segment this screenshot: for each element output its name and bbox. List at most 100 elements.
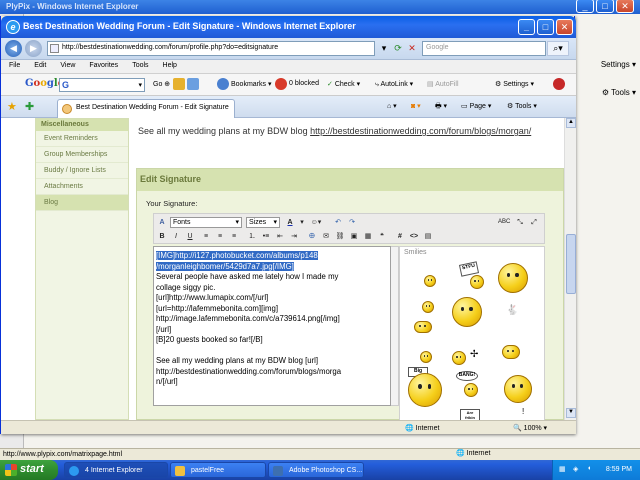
taskbar-pastelfree[interactable]: pastelFree (170, 462, 266, 478)
indent-icon[interactable]: ⇥ (288, 231, 300, 242)
home-icon[interactable]: ⌂ ▾ (387, 102, 397, 110)
insert-image-icon[interactable]: ▣ (348, 231, 360, 242)
attach-file-icon[interactable]: ▦ (362, 231, 374, 242)
smiley-bang-sign[interactable]: BANG! (456, 371, 478, 381)
scroll-down-icon[interactable]: ▼ (566, 408, 576, 418)
menu-view[interactable]: View (52, 60, 81, 69)
smiley-cool-icon[interactable] (498, 263, 528, 293)
smiley-bang-icon[interactable] (464, 383, 478, 397)
html-code-icon[interactable]: <> (408, 231, 420, 242)
volume-icon[interactable]: ◖ (587, 465, 591, 472)
undo-icon[interactable]: ↶ (332, 217, 344, 228)
php-code-icon[interactable]: ▤ (422, 231, 434, 242)
shrink-editor-icon[interactable]: ⤡ (514, 217, 526, 228)
spellcheck-abc-icon[interactable]: ABC (498, 217, 510, 228)
tab-edit-signature[interactable]: Best Destination Wedding Forum - Edit Si… (57, 99, 235, 118)
menu-favorites[interactable]: Favorites (81, 60, 124, 69)
toolbar-sidewiki-icon[interactable] (187, 78, 199, 90)
background-minimize-button[interactable]: _ (576, 0, 594, 13)
underline-icon[interactable]: U (184, 231, 196, 242)
taskbar-photoshop[interactable]: Adobe Photoshop CS... (268, 462, 364, 478)
security-icon[interactable]: ◈ (573, 465, 578, 473)
maximize-button[interactable]: □ (537, 19, 554, 35)
feeds-icon[interactable]: ◙ ▾ (411, 102, 421, 110)
settings-button[interactable]: ⚙ Settings ▾ (495, 80, 534, 88)
font-select[interactable]: Fonts ▾ (170, 217, 242, 228)
bookmarks-button[interactable]: Bookmarks ▾ (231, 80, 271, 88)
smiley-wink-icon[interactable] (424, 275, 436, 287)
smiley-reading-icon[interactable] (504, 375, 532, 403)
signature-textarea[interactable]: [IMG]http://i127.photobucket.com/albums/… (153, 246, 391, 406)
taskbar-internet-explorer[interactable]: 4 Internet Explorer (64, 462, 168, 478)
sidebar-item-group-memberships[interactable]: Group Memberships (36, 147, 128, 163)
smiley-are-sign[interactable]: Are frikin (460, 409, 480, 420)
page-scrollbar[interactable]: ▲ ▼ (564, 118, 576, 420)
bold-icon[interactable]: B (156, 231, 168, 242)
smiley-fan-icon[interactable] (452, 351, 466, 365)
align-center-icon[interactable]: ≡ (214, 231, 226, 242)
background-tools-button[interactable]: ⚙ Tools ▾ (602, 88, 636, 97)
address-input[interactable]: http://bestdestinationwedding.com/forum/… (47, 41, 375, 56)
minimize-button[interactable]: _ (518, 19, 535, 35)
search-input[interactable]: Google (422, 41, 546, 56)
network-icon[interactable]: ▦ (559, 465, 566, 473)
ordered-list-icon[interactable]: ⒈ (246, 231, 258, 242)
menu-edit[interactable]: Edit (26, 60, 52, 69)
autofill-button[interactable]: ▤ AutoFill (427, 80, 459, 88)
menu-file[interactable]: File (1, 60, 26, 69)
window-titlebar[interactable]: e Best Destination Wedding Forum - Edit … (1, 16, 576, 38)
switch-editor-icon[interactable]: A (156, 217, 168, 228)
quote-icon[interactable]: ❝ (376, 231, 388, 242)
address-dropdown-icon[interactable]: ▾ (377, 42, 391, 56)
text-color-icon[interactable]: A (284, 217, 296, 228)
sidebar-item-event-reminders[interactable]: Event Reminders (36, 131, 128, 147)
email-link-icon[interactable]: ✉ (320, 231, 332, 242)
add-favorites-icon[interactable]: ✚ (25, 100, 34, 113)
text-color-dropdown-icon[interactable]: ▾ (296, 217, 308, 228)
sign-in-icon[interactable] (553, 78, 565, 90)
smiley-stfu-icon[interactable] (470, 275, 484, 289)
signature-preview-link[interactable]: http://bestdestinationwedding.com/forum/… (310, 126, 531, 136)
sidebar-item-buddy-ignore-lists[interactable]: Buddy / Ignore Lists (36, 163, 128, 179)
google-dropdown-icon[interactable]: ▾ (138, 81, 142, 89)
background-maximize-button[interactable]: □ (596, 0, 614, 13)
spell-check-button[interactable]: ✓ Check ▾ (327, 80, 360, 88)
scroll-up-icon[interactable]: ▲ (566, 118, 576, 128)
stop-icon[interactable]: ✕ (405, 42, 419, 56)
menu-help[interactable]: Help (155, 60, 183, 69)
clock[interactable]: 8:59 PM (606, 466, 632, 473)
align-right-icon[interactable]: ≡ (228, 231, 240, 242)
sidebar-item-blog[interactable]: Blog (36, 195, 128, 211)
redo-icon[interactable]: ↷ (346, 217, 358, 228)
align-left-icon[interactable]: ≡ (200, 231, 212, 242)
zoom-control[interactable]: 🔍 100% ▾ (513, 424, 547, 432)
autolink-button[interactable]: ⤷ AutoLink ▾ (375, 80, 413, 89)
close-button[interactable]: ✕ (556, 19, 573, 35)
forward-arrow-icon[interactable]: ▶ (25, 40, 42, 57)
smiley-angry-icon[interactable] (502, 345, 520, 359)
enlarge-editor-icon[interactable]: ⤢ (528, 217, 540, 228)
google-go-button[interactable]: Go ⊕ (153, 80, 170, 88)
smiley-big-grin-icon[interactable] (408, 373, 442, 407)
search-icon[interactable]: ⌕▾ (547, 41, 569, 56)
menu-tools[interactable]: Tools (124, 60, 154, 69)
size-select[interactable]: Sizes ▾ (246, 217, 280, 228)
back-arrow-icon[interactable]: ◀ (5, 40, 22, 57)
scroll-thumb[interactable] (566, 234, 576, 294)
smiley-censored-icon[interactable] (414, 321, 432, 333)
italic-icon[interactable]: I (170, 231, 182, 242)
page-menu-button[interactable]: ▭ Page ▾ (461, 102, 491, 110)
favorites-star-icon[interactable]: ★ (7, 100, 17, 113)
popup-blocked-count[interactable]: 0 blocked (289, 80, 319, 87)
smiley-shocked-icon[interactable] (452, 297, 482, 327)
textarea-scrollbar[interactable] (391, 246, 399, 406)
tools-menu-button[interactable]: ⚙ Tools ▾ (507, 102, 537, 110)
insert-link-icon[interactable]: 🜨 (306, 231, 318, 242)
outdent-icon[interactable]: ⇤ (274, 231, 286, 242)
refresh-icon[interactable]: ⟳ (391, 42, 405, 56)
smiley-exclaim-icon[interactable]: ! (522, 407, 524, 416)
smilie-menu-icon[interactable]: ☺▾ (310, 217, 322, 228)
wrap-code-icon[interactable]: # (394, 231, 406, 242)
toolbar-star-icon[interactable] (173, 78, 185, 90)
google-search-input[interactable]: G ▾ (59, 78, 145, 92)
